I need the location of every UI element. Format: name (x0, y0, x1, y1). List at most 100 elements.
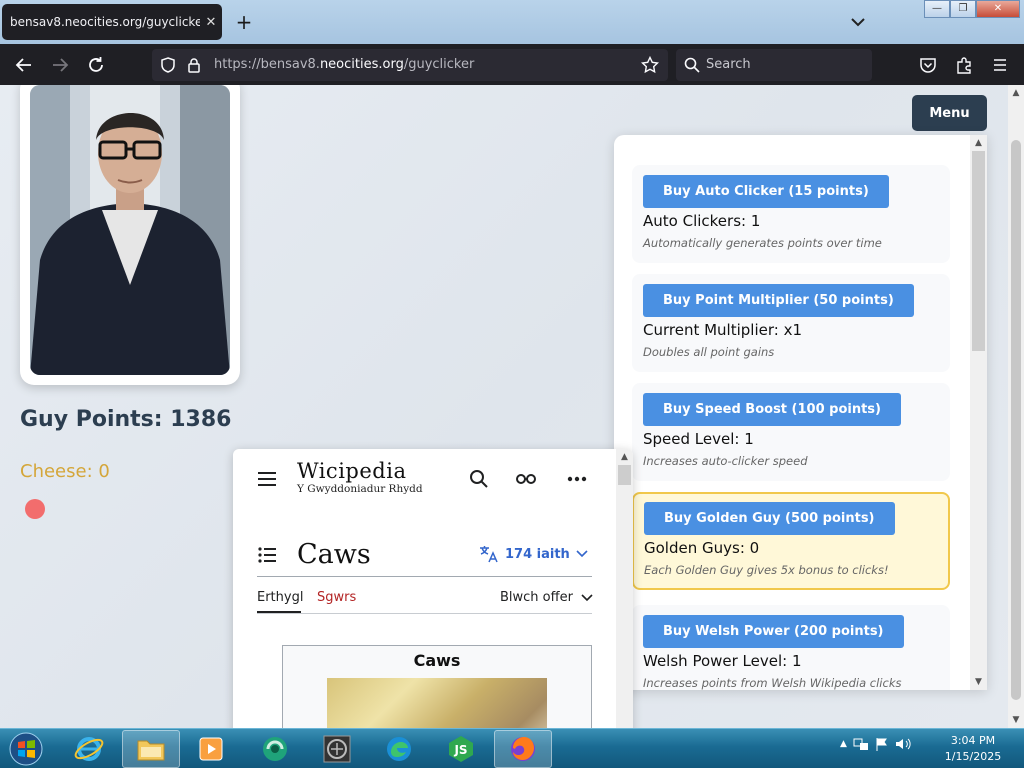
wiki-tools-label: Blwch offer (500, 590, 573, 605)
welsh-power-description: Increases points from Welsh Wikipedia cl… (643, 676, 902, 690)
clock-time: 3:04 PM (950, 734, 996, 747)
shop-scrollbar[interactable]: ▲ ▼ (970, 135, 987, 690)
close-window-icon[interactable]: ✕ (976, 0, 1020, 18)
wiki-tabs-divider (257, 613, 592, 614)
page-scroll-up-icon[interactable]: ▲ (1008, 85, 1024, 101)
upgrade-speed-boost: Buy Speed Boost (100 points) Speed Level… (632, 383, 950, 481)
pocket-icon[interactable] (916, 53, 940, 77)
hamburger-menu-icon[interactable] (988, 53, 1012, 77)
url-domain: neocities.org (319, 57, 404, 72)
app-green-icon[interactable] (246, 730, 304, 768)
auto-clicker-description: Automatically generates points over time (643, 236, 882, 250)
edge-browser-icon[interactable] (370, 730, 428, 768)
internet-explorer-icon[interactable] (60, 730, 118, 768)
upgrade-golden-guy: Buy Golden Guy (500 points) Golden Guys:… (632, 492, 950, 590)
url-path: /guyclicker (403, 57, 475, 72)
clock-date: 1/15/2025 (944, 750, 1002, 763)
js-app-icon[interactable]: JS (432, 730, 490, 768)
minimize-icon[interactable]: — (924, 0, 950, 18)
wiki-tagline: Y Gwyddoniadur Rhydd (297, 483, 423, 495)
reload-icon[interactable] (84, 53, 108, 77)
taskbar: JS ▲ 3:04 PM 1/15/2025 (0, 728, 1024, 768)
shop-scroll-thumb[interactable] (972, 151, 985, 351)
network-icon[interactable] (853, 737, 869, 751)
page-scroll-thumb[interactable] (1011, 140, 1021, 700)
tab-close-icon[interactable]: ✕ (200, 15, 222, 30)
menu-button[interactable]: Menu (912, 95, 987, 131)
upgrade-auto-clicker: Buy Auto Clicker (15 points) Auto Clicke… (632, 165, 950, 263)
wiki-language-selector[interactable]: 174 iaith (479, 545, 588, 563)
search-placeholder: Search (706, 57, 751, 72)
wiki-infobox: Caws (282, 645, 592, 728)
guy-points-counter: Guy Points: 1386 (20, 407, 232, 432)
browser-tab[interactable]: bensav8.neocities.org/guyclicker ✕ (2, 4, 222, 40)
auto-clicker-level: Auto Clickers: 1 (643, 212, 761, 230)
start-button-icon[interactable] (6, 730, 46, 768)
red-dot-indicator[interactable] (25, 499, 45, 519)
lock-icon[interactable] (182, 53, 206, 77)
action-center-flag-icon[interactable] (875, 737, 889, 751)
wiki-language-count: 174 iaith (505, 546, 570, 562)
shop-scroll-down-icon[interactable]: ▼ (970, 674, 987, 690)
wiki-more-options-icon[interactable] (565, 467, 589, 491)
media-player-icon[interactable] (182, 730, 240, 768)
bookmark-star-icon[interactable] (638, 53, 662, 77)
wiki-logo[interactable]: Wicipedia (297, 459, 406, 483)
buy-speed-boost-button[interactable]: Buy Speed Boost (100 points) (643, 393, 901, 426)
shop-scroll-up-icon[interactable]: ▲ (970, 135, 987, 151)
search-bar[interactable]: Search (676, 49, 872, 81)
taskbar-clock[interactable]: 3:04 PM 1/15/2025 (940, 733, 1006, 765)
wiki-infobox-title: Caws (413, 651, 461, 670)
tray-expand-icon[interactable]: ▲ (840, 739, 847, 749)
window-controls: — ❐ ✕ (924, 0, 1020, 18)
wiki-scroll-thumb[interactable] (618, 465, 631, 485)
maximize-icon[interactable]: ❐ (950, 0, 976, 18)
wikipedia-popup: Wicipedia Y Gwyddoniadur Rhydd Caws 174 … (233, 449, 633, 728)
tab-title: bensav8.neocities.org/guyclicker (10, 15, 200, 29)
url-bar[interactable]: https://bensav8.neocities.org/guyclicker (152, 49, 668, 81)
new-tab-plus-icon[interactable]: + (232, 10, 256, 34)
cheese-photo[interactable] (327, 678, 547, 728)
search-icon (680, 53, 704, 77)
guy-card[interactable] (20, 85, 240, 385)
file-explorer-icon[interactable] (122, 730, 180, 768)
buy-point-multiplier-button[interactable]: Buy Point Multiplier (50 points) (643, 284, 914, 317)
shield-icon[interactable] (156, 53, 180, 77)
golden-guys-level: Golden Guys: 0 (644, 539, 760, 557)
speed-level: Speed Level: 1 (643, 430, 754, 448)
tools-chevron-icon (581, 593, 593, 601)
wiki-scroll-up-icon[interactable]: ▲ (616, 449, 633, 465)
wiki-scrollbar[interactable]: ▲ (616, 449, 633, 728)
guy-portrait-illustration (30, 85, 230, 375)
speed-description: Increases auto-clicker speed (643, 454, 808, 468)
wiki-search-icon[interactable] (467, 467, 491, 491)
back-arrow-icon[interactable] (12, 53, 36, 77)
wiki-article-title: Caws (297, 539, 371, 570)
buy-welsh-power-button[interactable]: Buy Welsh Power (200 points) (643, 615, 904, 648)
forward-arrow-icon[interactable] (48, 53, 72, 77)
firefox-icon[interactable] (494, 730, 552, 768)
app-tile-icon[interactable] (308, 730, 366, 768)
upgrade-shop-panel: Buy Auto Clicker (15 points) Auto Clicke… (614, 135, 987, 690)
extensions-icon[interactable] (952, 53, 976, 77)
wiki-tab-article[interactable]: Erthygl (257, 590, 303, 605)
wiki-reading-glasses-icon[interactable] (514, 467, 538, 491)
tab-bar: bensav8.neocities.org/guyclicker ✕ + — ❐… (0, 0, 1024, 44)
system-tray: ▲ (840, 737, 913, 751)
wiki-divider (257, 576, 592, 577)
buy-golden-guy-button[interactable]: Buy Golden Guy (500 points) (644, 502, 895, 535)
volume-icon[interactable] (895, 737, 913, 751)
url-prefix: https://bensav8. (214, 57, 320, 72)
wiki-toc-list-icon[interactable] (255, 543, 279, 567)
navigation-bar: https://bensav8.neocities.org/guyclicker… (0, 44, 1024, 85)
tab-list-chevron-icon[interactable] (846, 10, 870, 34)
wiki-tab-talk[interactable]: Sgwrs (317, 590, 356, 605)
cheese-counter: Cheese: 0 (20, 461, 110, 482)
page-scrollbar[interactable]: ▲ ▼ (1008, 85, 1024, 728)
page-scroll-down-icon[interactable]: ▼ (1008, 712, 1024, 728)
wiki-menu-icon[interactable] (255, 467, 279, 491)
guy-photo[interactable] (30, 85, 230, 375)
buy-auto-clicker-button[interactable]: Buy Auto Clicker (15 points) (643, 175, 889, 208)
multiplier-description: Doubles all point gains (643, 345, 775, 359)
wiki-tools-dropdown[interactable]: Blwch offer (500, 590, 593, 605)
